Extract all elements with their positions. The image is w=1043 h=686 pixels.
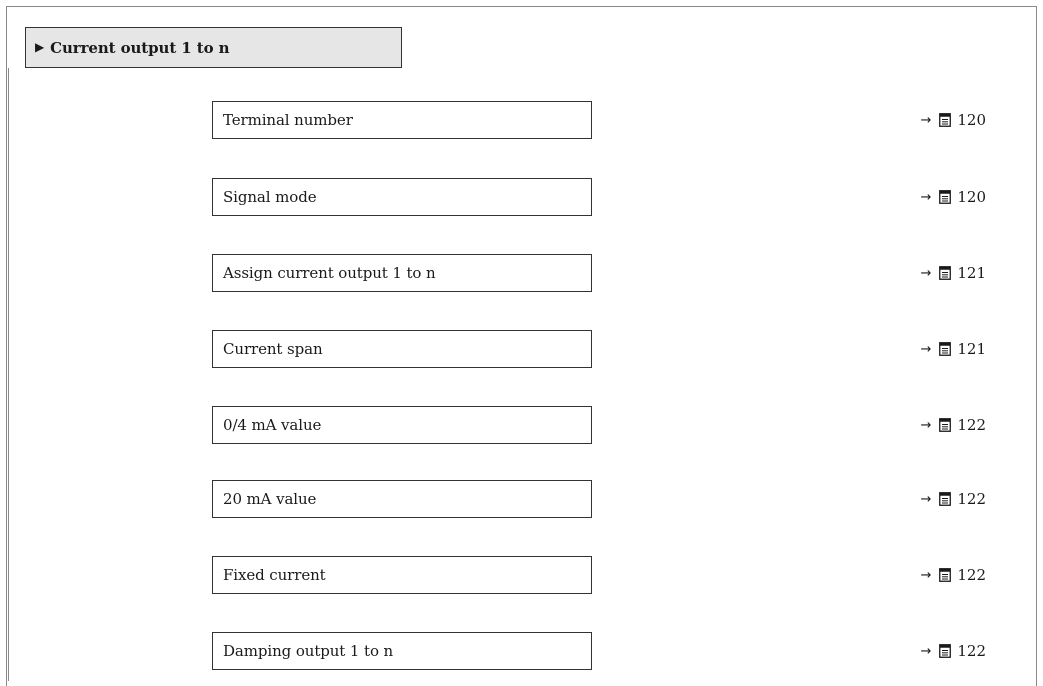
parameter-terminal-number[interactable]: Terminal number — [212, 101, 592, 139]
parameter-row: Fixed current → 122 — [0, 556, 1043, 594]
parameter-current-span[interactable]: Current span — [212, 330, 592, 368]
book-icon — [939, 113, 952, 127]
parameter-row: Current span → 121 — [0, 330, 1043, 368]
page-number: 122 — [957, 416, 986, 434]
arrow-right-icon: → — [920, 567, 932, 583]
page-reference[interactable]: → 121 — [920, 330, 986, 368]
arrow-right-icon: → — [920, 491, 932, 507]
book-icon — [939, 492, 952, 506]
submenu-header[interactable]: ▶ Current output 1 to n — [25, 27, 402, 68]
parameter-assign-current-output[interactable]: Assign current output 1 to n — [212, 254, 592, 292]
page-reference[interactable]: → 120 — [920, 101, 986, 139]
parameter-label: Terminal number — [223, 111, 353, 129]
arrow-right-icon: → — [920, 341, 932, 357]
parameter-signal-mode[interactable]: Signal mode — [212, 178, 592, 216]
arrow-right-icon: → — [920, 189, 932, 205]
parameter-fixed-current[interactable]: Fixed current — [212, 556, 592, 594]
parameter-label: 0/4 mA value — [223, 416, 322, 434]
parameter-label: Damping output 1 to n — [223, 642, 394, 660]
page-number: 122 — [957, 490, 986, 508]
arrow-right-icon: → — [920, 112, 932, 128]
page-number: 120 — [957, 188, 986, 206]
arrow-right-icon: → — [920, 265, 932, 281]
page-reference[interactable]: → 122 — [920, 406, 986, 444]
page-reference[interactable]: → 122 — [920, 632, 986, 670]
arrow-right-icon: → — [920, 643, 932, 659]
parameter-label: 20 mA value — [223, 490, 317, 508]
book-icon — [939, 342, 952, 356]
page-reference[interactable]: → 120 — [920, 178, 986, 216]
parameter-row: Signal mode → 120 — [0, 178, 1043, 216]
page-reference[interactable]: → 122 — [920, 556, 986, 594]
parameter-label: Signal mode — [223, 188, 317, 206]
parameter-row: Assign current output 1 to n → 121 — [0, 254, 1043, 292]
page-number: 121 — [957, 264, 986, 282]
parameter-label: Assign current output 1 to n — [223, 264, 436, 282]
parameter-label: Fixed current — [223, 566, 326, 584]
page-number: 122 — [957, 566, 986, 584]
page-number: 120 — [957, 111, 986, 129]
parameter-row: Damping output 1 to n → 122 — [0, 632, 1043, 670]
book-icon — [939, 190, 952, 204]
arrow-right-icon: → — [920, 417, 932, 433]
parameter-label: Current span — [223, 340, 323, 358]
page-number: 121 — [957, 340, 986, 358]
parameter-row: Terminal number → 120 — [0, 101, 1043, 139]
book-icon — [939, 568, 952, 582]
book-icon — [939, 418, 952, 432]
submenu-title: Current output 1 to n — [50, 38, 230, 57]
book-icon — [939, 644, 952, 658]
right-triangle-icon: ▶ — [35, 39, 45, 54]
page-reference[interactable]: → 122 — [920, 480, 986, 518]
parameter-row: 0/4 mA value → 122 — [0, 406, 1043, 444]
parameter-row: 20 mA value → 122 — [0, 480, 1043, 518]
page-reference[interactable]: → 121 — [920, 254, 986, 292]
parameter-20-ma-value[interactable]: 20 mA value — [212, 480, 592, 518]
parameter-damping-output[interactable]: Damping output 1 to n — [212, 632, 592, 670]
page-number: 122 — [957, 642, 986, 660]
book-icon — [939, 266, 952, 280]
parameter-0-4-ma-value[interactable]: 0/4 mA value — [212, 406, 592, 444]
